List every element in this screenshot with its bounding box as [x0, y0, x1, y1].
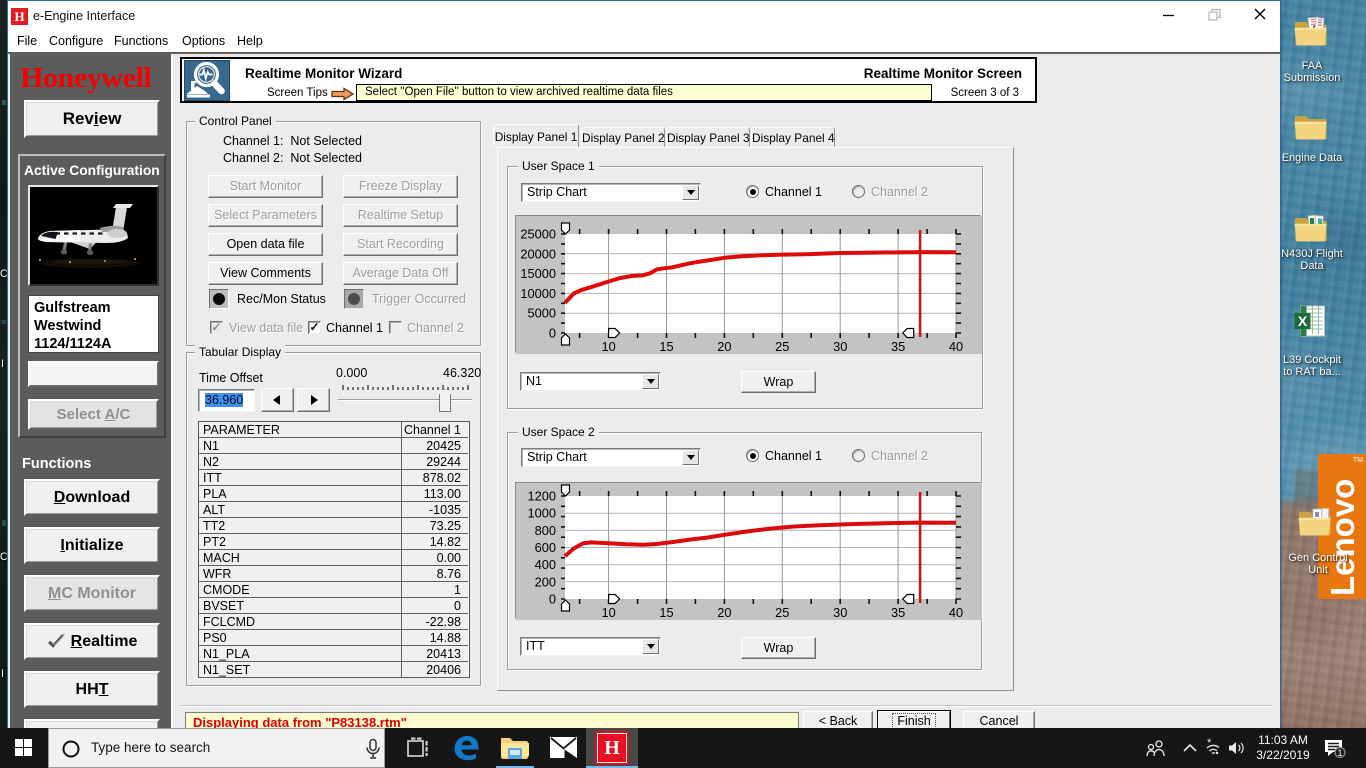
- svg-text:1200: 1200: [528, 489, 556, 504]
- svg-text:10000: 10000: [520, 286, 556, 301]
- svg-text:1: 1: [1337, 748, 1342, 758]
- svg-text:25: 25: [775, 605, 789, 620]
- svg-text:10: 10: [601, 605, 615, 620]
- svg-text:40: 40: [949, 605, 963, 620]
- svg-text:0: 0: [549, 326, 556, 341]
- svg-text:200: 200: [535, 574, 556, 589]
- svg-text:30: 30: [833, 339, 847, 354]
- svg-text:800: 800: [535, 523, 556, 538]
- svg-text:400: 400: [535, 557, 556, 572]
- svg-text:25: 25: [775, 339, 789, 354]
- svg-text:0: 0: [549, 592, 556, 607]
- svg-text:30: 30: [833, 605, 847, 620]
- svg-text:*: *: [1207, 738, 1212, 749]
- svg-text:5000: 5000: [528, 306, 556, 321]
- svg-text:X: X: [1298, 313, 1308, 329]
- svg-text:15000: 15000: [520, 266, 556, 281]
- svg-text:20: 20: [717, 339, 731, 354]
- svg-text:15: 15: [659, 339, 673, 354]
- svg-text:35: 35: [891, 605, 905, 620]
- svg-text:15: 15: [659, 605, 673, 620]
- svg-text:25000: 25000: [520, 227, 556, 242]
- svg-text:40: 40: [949, 339, 963, 354]
- svg-text:35: 35: [891, 339, 905, 354]
- svg-text:10: 10: [601, 339, 615, 354]
- svg-text:1000: 1000: [528, 506, 556, 521]
- svg-text:20: 20: [717, 605, 731, 620]
- svg-text:600: 600: [535, 540, 556, 555]
- svg-text:20000: 20000: [520, 246, 556, 261]
